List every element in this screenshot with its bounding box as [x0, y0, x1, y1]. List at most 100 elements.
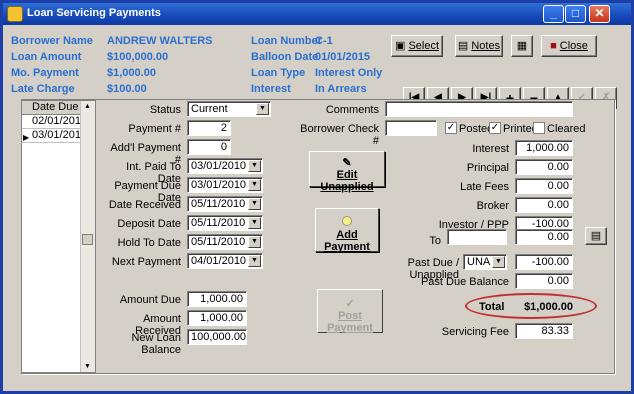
balloon-date: 01/01/2015 — [315, 51, 371, 63]
interest-type: In Arrears — [315, 83, 367, 95]
row-pointer-icon: ▶ — [23, 133, 30, 142]
checkmark-icon: ✓ — [345, 298, 355, 310]
scroll-up-icon: ▲ — [84, 103, 91, 110]
title-bar: Loan Servicing Payments _ □ ✕ — [3, 3, 631, 25]
post-payment-button[interactable]: ✓ Post Payment — [317, 289, 383, 334]
total-label: Total — [479, 301, 505, 313]
interest-label: Interest — [251, 83, 291, 95]
principal-label: Principal — [466, 162, 509, 174]
amount-due-field[interactable]: 1,000.00 — [187, 291, 247, 307]
lookup-button[interactable]: ▤ — [585, 227, 607, 245]
chevron-down-icon: ▼ — [248, 236, 261, 248]
chevron-down-icon: ▼ — [248, 217, 261, 229]
new-loan-balance-label: New Loan Balance — [131, 332, 181, 356]
next-payment-field[interactable]: 04/01/2010 ▼ — [187, 253, 263, 269]
deposit-date-field[interactable]: 05/11/2010 ▼ — [187, 215, 263, 231]
app-icon — [7, 6, 23, 22]
total-value: $1,000.00 — [524, 301, 573, 313]
chevron-down-icon: ▼ — [248, 160, 261, 172]
past-due-type-select[interactable]: UNA ▼ — [463, 254, 507, 270]
next-payment-label: Next Payment — [111, 256, 181, 268]
past-due-field[interactable]: -100.00 — [515, 254, 573, 270]
loan-number-label: Loan Number — [251, 35, 322, 47]
late-charge: $100.00 — [107, 83, 147, 95]
loan-type-label: Loan Type — [251, 67, 306, 79]
borrower-check-field[interactable] — [385, 120, 437, 136]
past-due-balance-field[interactable]: 0.00 — [515, 273, 573, 289]
date-due-list[interactable]: Date Due 02/01/2010 ▶ 03/01/2010 ▲ ▼ — [21, 100, 96, 373]
mo-payment-label: Mo. Payment — [11, 67, 79, 79]
cleared-label: Cleared — [547, 123, 586, 135]
int-paid-field[interactable]: 03/01/2010 ▼ — [187, 158, 263, 174]
new-loan-balance-field[interactable]: 100,000.00 — [187, 329, 247, 345]
hold-to-date-field[interactable]: 05/11/2010 ▼ — [187, 234, 263, 250]
servicing-fee-label: Servicing Fee — [441, 326, 509, 338]
payment-num-field[interactable]: 2 — [187, 120, 231, 136]
chevron-down-icon: ▼ — [492, 256, 505, 268]
to-amount-field[interactable]: 0.00 — [515, 229, 573, 245]
scroll-thumb[interactable] — [82, 234, 93, 245]
loan-amount: $100,000.00 — [107, 51, 169, 63]
date-received-field[interactable]: 05/11/2010 ▼ — [187, 196, 263, 212]
card-icon: ▤ — [590, 230, 602, 242]
amount-received-field[interactable]: 1,000.00 — [187, 310, 247, 326]
deposit-date-label: Deposit Date — [117, 218, 181, 230]
loan-servicing-window: Loan Servicing Payments _ □ ✕ Borrower N… — [0, 0, 634, 394]
edit-unapplied-button[interactable]: ✎ Edit Unapplied — [309, 151, 385, 193]
cleared-checkbox[interactable] — [533, 122, 545, 134]
mo-payment: $1,000.00 — [107, 67, 156, 79]
balloon-date-label: Balloon Date — [251, 51, 319, 63]
amount-due-label: Amount Due — [119, 294, 181, 306]
loan-number: C-1 — [315, 35, 333, 47]
principal-field[interactable]: 0.00 — [515, 159, 573, 175]
loan-type: Interest Only — [315, 67, 383, 79]
posted-checkbox[interactable]: ✓ — [445, 122, 457, 134]
edit-icon: ✎ — [342, 157, 352, 169]
status-select[interactable]: Current ▼ — [187, 101, 271, 117]
borrower-name-label: Borrower Name — [11, 35, 93, 47]
payment-num-label: Payment # — [128, 123, 181, 135]
list-scrollbar[interactable]: ▲ ▼ — [80, 101, 95, 372]
to-label: To — [429, 235, 441, 247]
window-title: Loan Servicing Payments — [27, 7, 161, 19]
late-fees-field[interactable]: 0.00 — [515, 178, 573, 194]
status-label: Status — [149, 104, 181, 116]
comments-field[interactable] — [385, 101, 573, 117]
borrower-check-label: Borrower Check # — [300, 123, 379, 147]
loan-header: Borrower Name ANDREW WALTERS Loan Amount… — [3, 25, 631, 109]
add-payment-icon — [316, 216, 378, 229]
chevron-down-icon: ▼ — [248, 179, 261, 191]
late-charge-label: Late Charge — [11, 83, 75, 95]
borrower-name: ANDREW WALTERS — [107, 35, 213, 47]
select-button[interactable]: ▣ Select — [391, 35, 443, 57]
calculator-icon: ▦ — [516, 40, 528, 52]
interest-amount-label: Interest — [472, 143, 509, 155]
close-window-button[interactable]: ✕ — [589, 5, 610, 23]
chevron-down-icon: ▼ — [248, 255, 261, 267]
scroll-down-icon: ▼ — [84, 363, 91, 370]
late-fees-label: Late Fees — [460, 181, 509, 193]
broker-field[interactable]: 0.00 — [515, 197, 573, 213]
date-received-label: Date Received — [108, 199, 181, 211]
minimize-button[interactable]: _ — [543, 5, 564, 23]
close-button[interactable]: ■ Close — [541, 35, 597, 57]
notes-button[interactable]: ▤ Notes — [455, 35, 503, 57]
maximize-button[interactable]: □ — [565, 5, 586, 23]
addl-payment-field[interactable]: 0 — [187, 139, 231, 155]
to-name-field[interactable] — [447, 229, 507, 245]
payment-due-field[interactable]: 03/01/2010 ▼ — [187, 177, 263, 193]
loan-amount-label: Loan Amount — [11, 51, 82, 63]
broker-label: Broker — [476, 200, 509, 212]
close-door-icon: ■ — [550, 40, 557, 52]
interest-amount-field[interactable]: 1,000.00 — [515, 140, 573, 156]
servicing-fee-field[interactable]: 83.33 — [515, 323, 573, 339]
add-payment-button[interactable]: Add Payment — [315, 208, 379, 253]
printed-checkbox[interactable]: ✓ — [489, 122, 501, 134]
comments-label: Comments — [325, 104, 379, 116]
chevron-down-icon: ▼ — [256, 103, 269, 115]
past-due-balance-label: Past Due Balance — [420, 276, 509, 288]
select-icon: ▣ — [394, 40, 406, 52]
calculator-button[interactable]: ▦ — [511, 35, 533, 57]
chevron-down-icon: ▼ — [248, 198, 261, 210]
notes-icon: ▤ — [457, 40, 469, 52]
